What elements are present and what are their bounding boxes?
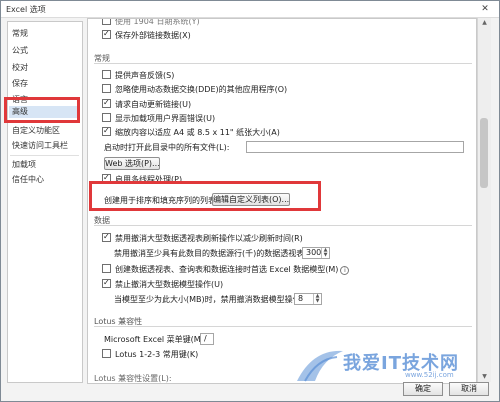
startup-folder-input[interactable] bbox=[246, 141, 464, 153]
scrollbar-thumb[interactable] bbox=[480, 118, 488, 188]
checkbox[interactable] bbox=[102, 231, 111, 242]
checkbox[interactable] bbox=[102, 70, 111, 79]
watermark-url: www.52ij.com bbox=[405, 371, 454, 379]
menu-key-label: Microsoft Excel 菜单键(M): bbox=[104, 335, 207, 344]
nav-item-proofing[interactable]: 校对 bbox=[12, 62, 28, 74]
checkbox[interactable] bbox=[102, 97, 111, 108]
auto-update-links-checkbox[interactable]: 请求自动更新链接(U) bbox=[102, 97, 192, 110]
checkbox[interactable] bbox=[102, 113, 111, 122]
ignore-dde-checkbox[interactable]: 忽略使用动态数据交换(DDE)的其他应用程序(O) bbox=[102, 84, 287, 95]
date-1904-label: 使用 1904 日期系统(Y) bbox=[115, 18, 200, 26]
close-icon[interactable]: ✕ bbox=[475, 3, 495, 15]
save-external-checkbox[interactable]: 保存外部链接数据(X) bbox=[102, 28, 191, 41]
checkbox[interactable] bbox=[102, 264, 111, 273]
nav-item-add-ins[interactable]: 加载项 bbox=[12, 159, 36, 171]
scale-a4-checkbox[interactable]: 缩放内容以适应 A4 或 8.5 x 11" 纸张大小(A) bbox=[102, 125, 280, 138]
lotus-nav-keys-label: Lotus 1-2-3 常用键(K) bbox=[115, 350, 199, 359]
disable-undo-refresh-checkbox[interactable]: 禁用撤消大型数据透视表刷新操作以减少刷新时间(R) bbox=[102, 231, 303, 244]
undo-rows-value: 300 bbox=[306, 248, 322, 257]
addin-errors-checkbox[interactable]: 显示加载项用户界面错误(U) bbox=[102, 113, 215, 124]
nav-item-formulas[interactable]: 公式 bbox=[12, 45, 28, 57]
highlight-custom-list-annotation bbox=[89, 181, 321, 211]
nav-item-save[interactable]: 保存 bbox=[12, 78, 28, 90]
undo-rows-label: 禁用撤消至少具有此数目的数据源行(千)的数据透视表(N): bbox=[114, 249, 320, 258]
save-external-label: 保存外部链接数据(X) bbox=[115, 31, 191, 40]
disable-undo-model-checkbox[interactable]: 禁止撤消大型数据模型操作(U) bbox=[102, 277, 224, 290]
prefer-data-model-label: 创建数据透视表、查询表和数据连接时首选 Excel 数据模型(M) bbox=[115, 265, 339, 274]
scale-a4-label: 缩放内容以适应 A4 或 8.5 x 11" 纸张大小(A) bbox=[115, 128, 280, 137]
date-1904-checkbox[interactable]: 使用 1904 日期系统(Y) bbox=[102, 18, 200, 27]
menu-key-input[interactable]: / bbox=[200, 333, 214, 345]
nav-divider bbox=[10, 155, 79, 156]
nav-item-general[interactable]: 常规 bbox=[12, 28, 28, 40]
checkbox[interactable] bbox=[102, 19, 111, 25]
section-divider bbox=[94, 326, 472, 327]
options-nav: 常规 公式 校对 保存 语言 高级 自定义功能区 快速访问工具栏 加载项 信任中… bbox=[7, 21, 83, 383]
window-title: Excel 选项 bbox=[6, 5, 46, 14]
checkbox[interactable] bbox=[102, 84, 111, 93]
undo-rows-spinner[interactable]: 300 ▲ ▼ bbox=[302, 247, 330, 259]
checkbox[interactable] bbox=[102, 125, 111, 136]
disable-undo-refresh-label: 禁用撤消大型数据透视表刷新操作以减少刷新时间(R) bbox=[115, 234, 303, 243]
ignore-dde-label: 忽略使用动态数据交换(DDE)的其他应用程序(O) bbox=[115, 85, 288, 94]
web-options-button[interactable]: Web 选项(P)... bbox=[104, 157, 160, 170]
startup-folder-label: 启动时打开此目录中的所有文件(L): bbox=[104, 143, 230, 152]
spinner-arrows-icon[interactable]: ▲ ▼ bbox=[321, 248, 329, 258]
info-icon[interactable]: i bbox=[340, 266, 350, 275]
model-size-spinner[interactable]: 8 ▲ ▼ bbox=[294, 293, 322, 305]
sound-feedback-label: 提供声音反馈(S) bbox=[115, 71, 175, 80]
excel-options-dialog: Excel 选项 ✕ 常规 公式 校对 保存 语言 高级 自定义功能区 快速访问… bbox=[0, 0, 500, 402]
checkbox[interactable] bbox=[102, 277, 111, 288]
prefer-data-model-checkbox[interactable]: 创建数据透视表、查询表和数据连接时首选 Excel 数据模型(M) i bbox=[102, 264, 350, 275]
model-size-label: 当模型至少为此大小(MB)时，禁用撤消数据模型操作(L): bbox=[114, 295, 315, 304]
nav-item-customize-ribbon[interactable]: 自定义功能区 bbox=[12, 125, 60, 137]
nav-item-quick-access-toolbar[interactable]: 快速访问工具栏 bbox=[12, 140, 68, 152]
disable-undo-model-label: 禁止撤消大型数据模型操作(U) bbox=[115, 280, 224, 289]
checkbox[interactable] bbox=[102, 349, 111, 358]
highlight-advanced-annotation bbox=[4, 97, 80, 123]
nav-item-trust-center[interactable]: 信任中心 bbox=[12, 174, 44, 186]
auto-update-links-label: 请求自动更新链接(U) bbox=[115, 100, 192, 109]
vertical-scrollbar[interactable]: ▲ ▼ bbox=[477, 18, 491, 382]
site-watermark: 我爱IT技术网 www.52ij.com bbox=[293, 345, 493, 385]
addin-errors-label: 显示加载项用户界面错误(U) bbox=[115, 114, 216, 123]
model-size-value: 8 bbox=[298, 294, 304, 303]
scroll-up-icon[interactable]: ▲ bbox=[478, 18, 491, 28]
checkbox[interactable] bbox=[102, 28, 111, 39]
title-bar: Excel 选项 ✕ bbox=[1, 1, 499, 18]
sound-feedback-checkbox[interactable]: 提供声音反馈(S) bbox=[102, 70, 174, 81]
spinner-arrows-icon[interactable]: ▲ ▼ bbox=[313, 294, 321, 304]
lotus-settings-heading: Lotus 兼容性设置(L): bbox=[94, 374, 172, 383]
section-divider bbox=[94, 63, 472, 64]
section-divider bbox=[94, 225, 472, 226]
lotus-nav-keys-checkbox[interactable]: Lotus 1-2-3 常用键(K) bbox=[102, 349, 198, 360]
